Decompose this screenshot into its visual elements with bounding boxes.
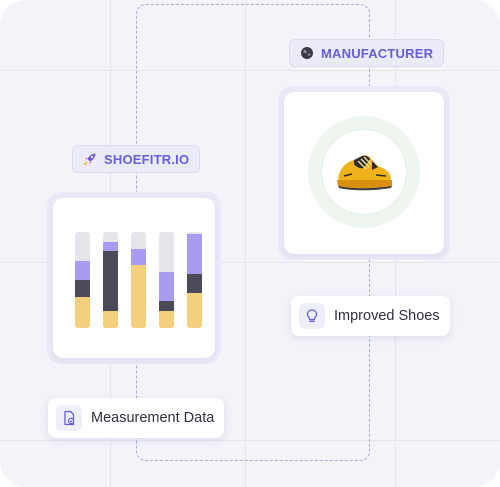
bar-segment-top — [159, 272, 174, 302]
bar-segment-top — [75, 260, 90, 280]
bar-segment-track — [75, 232, 90, 261]
stacked-bar — [159, 232, 174, 328]
product-halo — [308, 116, 420, 228]
bar-segment-track — [159, 232, 174, 273]
bar-segment-top — [103, 241, 118, 252]
measurement-data-label: Measurement Data — [91, 410, 215, 426]
globe-icon — [300, 46, 314, 60]
shoefitr-tag: SHOEFITR.IO — [72, 145, 201, 173]
stacked-bar — [187, 232, 202, 328]
bar-segment-track — [103, 232, 118, 242]
rocket-icon — [83, 152, 97, 166]
bar-segment-top — [187, 233, 202, 275]
bar-segment-bottom — [75, 297, 90, 328]
bar-segment-mid — [75, 279, 90, 298]
shoefitr-label: SHOEFITR.IO — [104, 151, 190, 167]
product-card-inner — [284, 92, 444, 254]
product-disc — [322, 130, 406, 214]
bar-segment-bottom — [159, 310, 174, 328]
bar-segment-bottom — [187, 293, 202, 328]
measurement-chart-inner — [53, 198, 215, 358]
bar-segment-mid — [187, 274, 202, 294]
manufacturer-label: MANUFACTURER — [321, 45, 434, 61]
improved-shoes-label: Improved Shoes — [334, 308, 440, 324]
stacked-bar — [103, 232, 118, 328]
measurement-chart-card — [47, 192, 221, 364]
bar-segment-mid — [103, 251, 118, 311]
product-card — [278, 86, 450, 260]
bar-segment-bottom — [131, 264, 146, 328]
stacked-bar — [75, 232, 90, 328]
stacked-bar — [131, 232, 146, 328]
improved-shoes-pill: Improved Shoes — [291, 296, 450, 336]
lightbulb-icon — [299, 303, 325, 329]
bar-segment-bottom — [103, 310, 118, 328]
bar-segment-top — [131, 249, 146, 265]
sneaker-icon — [332, 148, 396, 197]
bar-segment-track — [131, 232, 146, 250]
manufacturer-tag: MANUFACTURER — [289, 39, 445, 67]
bar-segment-mid — [159, 301, 174, 311]
measurement-data-pill: Measurement Data — [48, 398, 225, 438]
document-check-icon — [56, 405, 82, 431]
